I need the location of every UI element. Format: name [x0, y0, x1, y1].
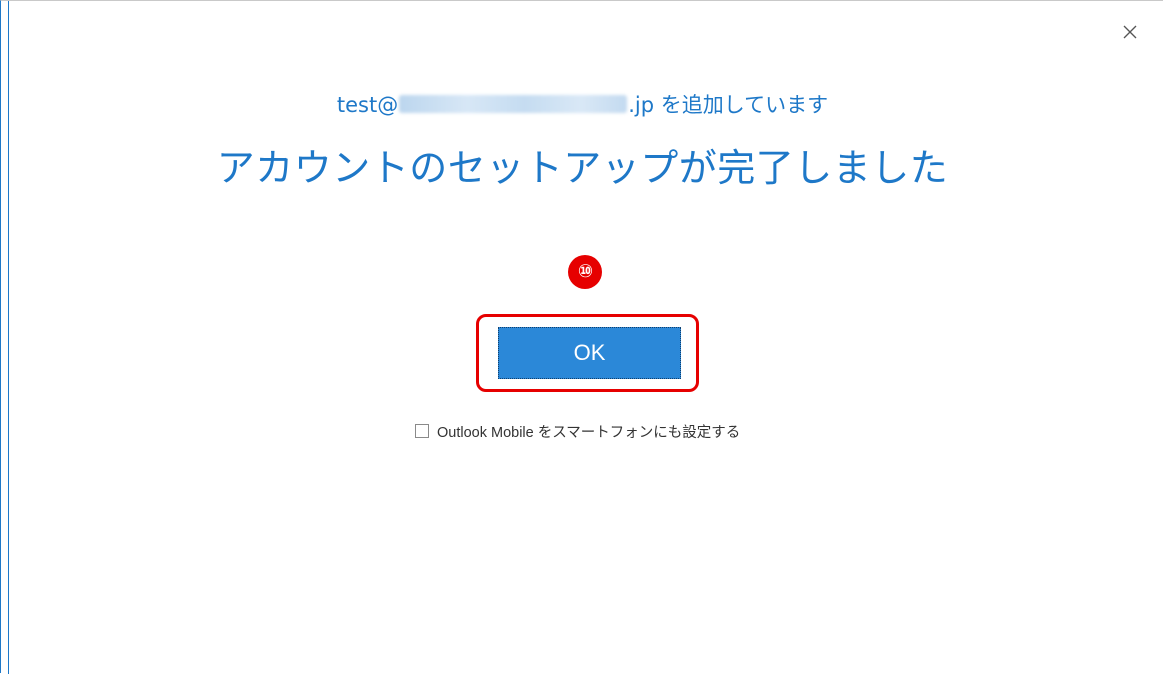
adding-account-subtitle: test@ .jp を追加しています — [1, 89, 1163, 119]
step-number-badge: ⑩ — [568, 255, 602, 289]
close-icon — [1123, 25, 1137, 39]
email-local-part: test@ — [336, 93, 399, 117]
ok-button[interactable]: OK — [498, 327, 681, 379]
redacted-domain — [399, 95, 628, 113]
outlook-mobile-checkbox[interactable] — [415, 424, 429, 438]
page-title: アカウントのセットアップが完了しました — [216, 146, 949, 190]
setup-complete-dialog: test@ .jp を追加しています アカウントのセットアップが完了しました ⑩ … — [0, 0, 1163, 674]
subtitle-suffix: .jp を追加しています — [628, 93, 829, 117]
outlook-mobile-label: Outlook Mobile をスマートフォンにも設定する — [437, 424, 741, 441]
close-button[interactable] — [1111, 15, 1149, 49]
outlook-mobile-option[interactable]: Outlook Mobile をスマートフォンにも設定する — [415, 420, 740, 442]
